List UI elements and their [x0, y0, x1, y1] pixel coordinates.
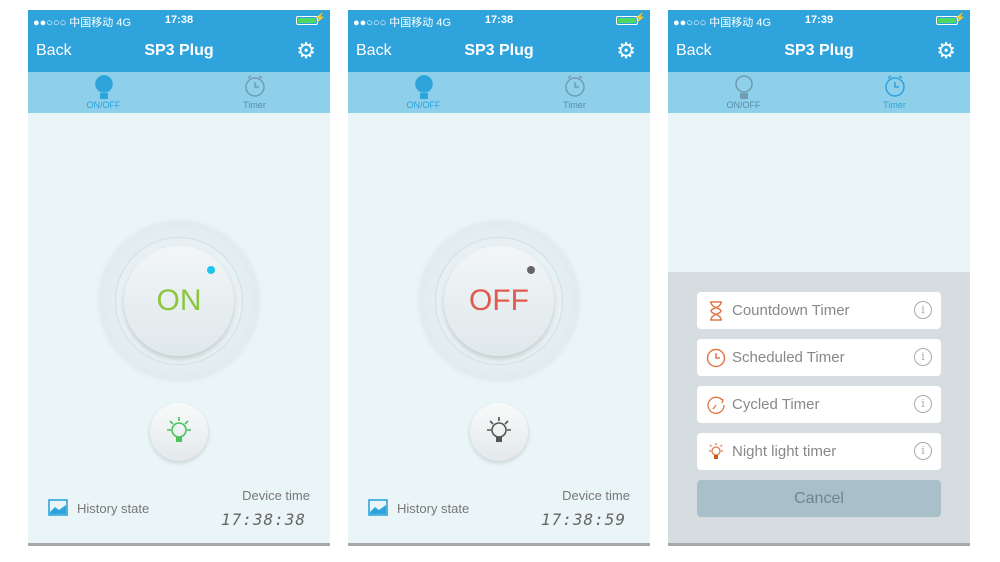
- power-state: ON: [124, 246, 234, 356]
- history-state-button[interactable]: History state: [368, 498, 469, 519]
- light-toggle-button[interactable]: [150, 403, 208, 461]
- timer-option[interactable]: Cycled Timer i: [697, 386, 941, 423]
- timer-option[interactable]: Scheduled Timer i: [697, 339, 941, 376]
- phone-screen: ●●○○○ 中国移动 4G 17:39 ⚡ Back SP3 Plug ⚙ ON…: [668, 10, 970, 546]
- info-icon[interactable]: i: [914, 395, 932, 413]
- tab-onoff[interactable]: ON/OFF: [28, 72, 179, 113]
- timer-option-label: Countdown Timer: [732, 302, 850, 319]
- tab-label: ON/OFF: [406, 100, 441, 110]
- clock-icon: [705, 347, 727, 369]
- history-label: History state: [77, 501, 150, 516]
- phone-screen: ●●○○○ 中国移动 4G 17:38 ⚡ Back SP3 Plug ⚙ ON…: [348, 10, 650, 546]
- power-state: OFF: [444, 246, 554, 356]
- tab-bar: ON/OFF Timer: [28, 72, 330, 113]
- gear-icon[interactable]: ⚙: [296, 40, 316, 62]
- device-time-label: Device time: [242, 488, 310, 503]
- charging-icon: ⚡: [953, 13, 966, 24]
- nav-bar: Back SP3 Plug ⚙: [28, 32, 330, 72]
- charging-icon: ⚡: [313, 13, 326, 24]
- tab-label: Timer: [243, 100, 266, 110]
- page-title: SP3 Plug: [464, 42, 534, 59]
- info-icon[interactable]: i: [914, 348, 932, 366]
- clock: 17:39: [804, 14, 834, 26]
- nav-bar: Back SP3 Plug ⚙: [348, 32, 650, 72]
- device-time-value: 17:38:38: [220, 510, 306, 529]
- tab-label: Timer: [563, 100, 586, 110]
- cycle-icon: [705, 394, 727, 416]
- power-button[interactable]: ON: [99, 221, 259, 381]
- hourglass-icon: [705, 300, 727, 322]
- page-title: SP3 Plug: [784, 42, 854, 59]
- status-indicator: [527, 266, 535, 274]
- history-state-button[interactable]: History state: [48, 498, 149, 519]
- tab-onoff[interactable]: ON/OFF: [348, 72, 499, 113]
- timer-option[interactable]: Night light timer i: [697, 433, 941, 470]
- gear-icon[interactable]: ⚙: [616, 40, 636, 62]
- tab-timer[interactable]: Timer: [179, 72, 330, 113]
- nav-bar: Back SP3 Plug ⚙: [668, 32, 970, 72]
- info-icon[interactable]: i: [914, 442, 932, 460]
- phone-screen: ●●○○○ 中国移动 4G 17:38 ⚡ Back SP3 Plug ⚙ ON…: [28, 10, 330, 546]
- status-indicator: [207, 266, 215, 274]
- timer-option[interactable]: Countdown Timer i: [697, 292, 941, 329]
- status-bar: ●●○○○ 中国移动 4G 17:38 ⚡: [28, 10, 330, 32]
- tab-timer[interactable]: Timer: [499, 72, 650, 113]
- info-icon[interactable]: i: [914, 301, 932, 319]
- status-bar: ●●○○○ 中国移动 4G 17:39 ⚡: [668, 10, 970, 32]
- device-time-label: Device time: [562, 488, 630, 503]
- gear-icon[interactable]: ⚙: [936, 40, 956, 62]
- tab-onoff[interactable]: ON/OFF: [668, 72, 819, 113]
- charging-icon: ⚡: [633, 13, 646, 24]
- page-title: SP3 Plug: [144, 42, 214, 59]
- clock: 17:38: [484, 14, 514, 26]
- power-button[interactable]: OFF: [419, 221, 579, 381]
- cancel-button[interactable]: Cancel: [697, 480, 941, 517]
- tab-bar: ON/OFF Timer: [348, 72, 650, 113]
- timer-option-label: Scheduled Timer: [732, 349, 845, 366]
- timer-option-label: Cycled Timer: [732, 396, 820, 413]
- history-label: History state: [397, 501, 470, 516]
- light-toggle-button[interactable]: [470, 403, 528, 461]
- bulb-icon: [705, 441, 727, 463]
- tab-bar: ON/OFF Timer: [668, 72, 970, 113]
- device-time-value: 17:38:59: [540, 510, 626, 529]
- chart-calendar-icon: [368, 498, 388, 519]
- tab-label: ON/OFF: [726, 100, 761, 110]
- tab-label: ON/OFF: [86, 100, 121, 110]
- chart-calendar-icon: [48, 498, 68, 519]
- tab-label: Timer: [883, 100, 906, 110]
- status-bar: ●●○○○ 中国移动 4G 17:38 ⚡: [348, 10, 650, 32]
- tab-timer[interactable]: Timer: [819, 72, 970, 113]
- timer-option-label: Night light timer: [732, 443, 837, 460]
- clock: 17:38: [164, 14, 194, 26]
